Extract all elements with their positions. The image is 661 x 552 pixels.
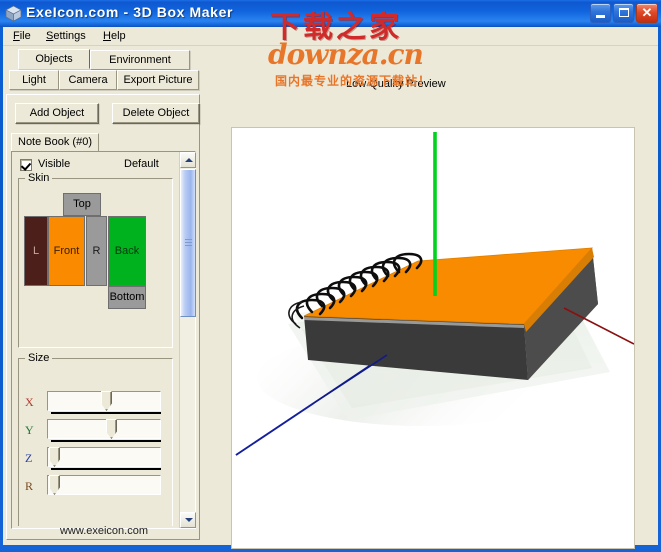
tab-light[interactable]: Light	[9, 70, 59, 90]
add-object-button[interactable]: Add Object	[15, 103, 99, 124]
visible-checkbox[interactable]	[20, 159, 32, 171]
scrollbar-grip-icon	[185, 239, 192, 247]
tab-export-picture[interactable]: Export Picture	[117, 70, 199, 90]
scroll-down-arrow	[185, 518, 193, 522]
tab-row-secondary: Light Camera Export Picture	[6, 70, 200, 91]
menu-settings[interactable]: Settings	[41, 29, 91, 43]
size-group-title: Size	[25, 352, 53, 364]
preview-3d-scene	[235, 132, 634, 456]
window-title: ExeIcon.com - 3D Box Maker	[26, 4, 233, 20]
visible-label: Visible	[38, 158, 71, 170]
size-slider-z-thumb[interactable]	[49, 447, 60, 467]
size-slider-y[interactable]	[47, 419, 161, 439]
menu-file[interactable]: File	[8, 29, 36, 43]
minimize-icon	[596, 15, 605, 18]
menu-help[interactable]: Help	[98, 29, 131, 43]
skin-face-back[interactable]: Back	[108, 216, 146, 286]
scroll-up-arrow	[185, 158, 193, 162]
objects-panel: Add Object Delete Object Note Book (#0) …	[6, 94, 200, 540]
skin-groupbox: Skin Top L Front R Back Bottom	[18, 172, 173, 348]
maximize-icon	[619, 8, 629, 17]
preview-panel: Low Quality Preview	[203, 48, 655, 549]
size-slider-z[interactable]	[47, 447, 161, 467]
tab-environment[interactable]: Environment	[90, 50, 190, 70]
size-slider-x[interactable]	[47, 391, 161, 411]
window-frame: ExeIcon.com - 3D Box Maker ✕ File Settin…	[0, 0, 661, 552]
size-axis-label-z: Z	[25, 451, 33, 465]
vendor-url-label: www.exeicon.com	[59, 525, 149, 537]
cube-icon	[5, 5, 22, 22]
delete-object-button[interactable]: Delete Object	[112, 103, 200, 124]
left-control-panel: Objects Environment Light Camera Export …	[6, 48, 200, 540]
size-slider-r-thumb[interactable]	[49, 475, 60, 495]
size-axis-label-r: R	[25, 479, 34, 493]
tab-objects[interactable]: Objects	[18, 49, 90, 69]
tab-camera[interactable]: Camera	[59, 70, 117, 90]
skin-face-front[interactable]: Front	[48, 216, 85, 286]
menu-bar: File Settings Help	[3, 27, 658, 46]
object-properties-container: Visible Default Skin Top L Front R Back …	[11, 151, 196, 529]
skin-group-title: Skin	[25, 172, 53, 184]
window-controls: ✕	[590, 3, 658, 23]
size-slider-y-thumb[interactable]	[106, 419, 117, 439]
close-button[interactable]: ✕	[636, 3, 658, 23]
scrollbar-thumb[interactable]	[180, 169, 196, 317]
skin-face-left[interactable]: L	[24, 216, 48, 286]
maximize-button[interactable]	[613, 3, 634, 23]
title-bar: ExeIcon.com - 3D Box Maker ✕	[0, 0, 661, 27]
size-groupbox: Size X Y Z R	[18, 352, 173, 526]
size-slider-r[interactable]	[47, 475, 161, 495]
size-slider-x-rule	[51, 412, 161, 414]
size-slider-x-thumb[interactable]	[101, 391, 112, 411]
scroll-up-button[interactable]	[180, 152, 196, 168]
skin-face-bottom[interactable]: Bottom	[108, 286, 146, 309]
size-slider-z-rule	[51, 468, 161, 470]
client-area: File Settings Help Objects Environment L…	[3, 27, 658, 549]
properties-scrollbar[interactable]	[179, 152, 196, 528]
minimize-button[interactable]	[590, 3, 611, 23]
size-slider-y-rule	[51, 440, 161, 442]
skin-face-top[interactable]: Top	[63, 193, 101, 216]
object-tab-notebook[interactable]: Note Book (#0)	[11, 133, 99, 152]
size-axis-label-x: X	[25, 395, 34, 409]
preview-canvas[interactable]	[231, 127, 635, 549]
skin-face-right[interactable]: R	[86, 216, 107, 286]
size-axis-label-y: Y	[25, 423, 34, 437]
default-label: Default	[124, 158, 159, 170]
close-icon: ✕	[641, 5, 653, 20]
preview-quality-label: Low Quality Preview	[346, 78, 446, 90]
tab-row-primary: Objects Environment	[6, 48, 200, 70]
application-window: ExeIcon.com - 3D Box Maker ✕ File Settin…	[0, 0, 661, 552]
